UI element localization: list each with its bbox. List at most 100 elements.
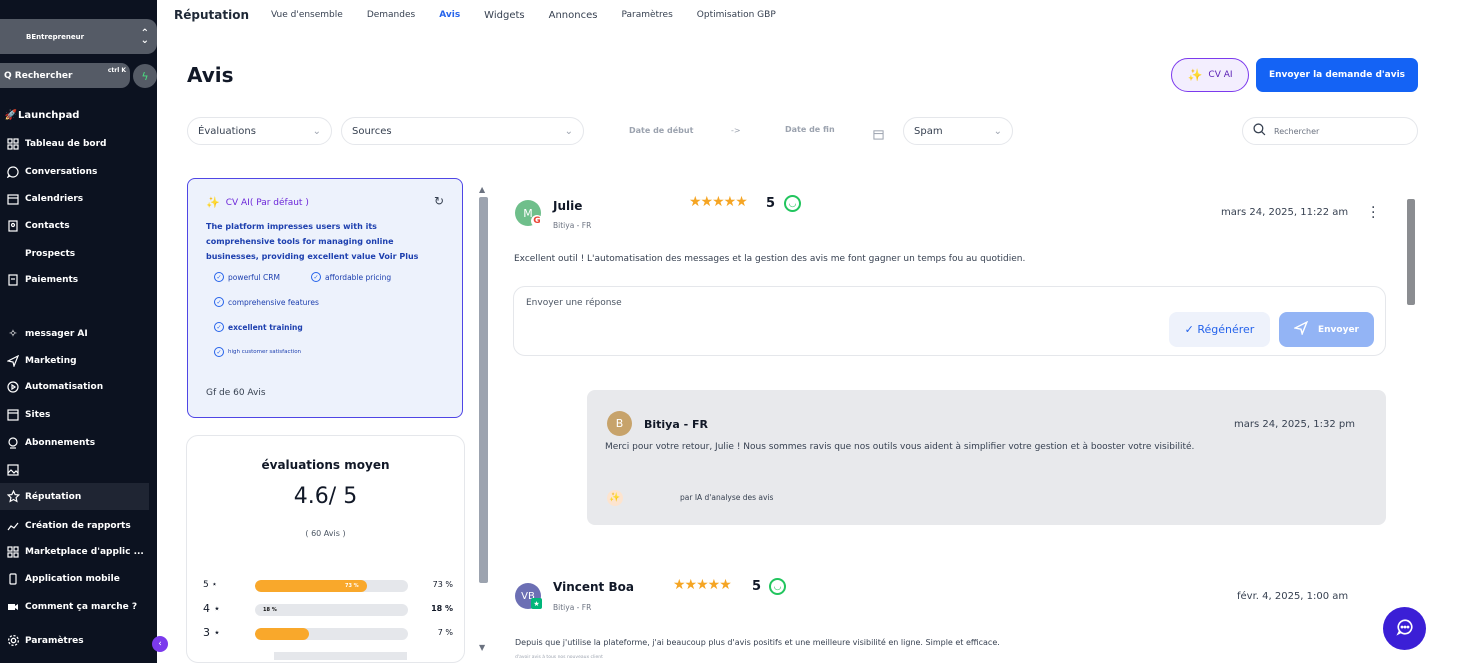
sidebar-search[interactable]: Q Rechercher ctrl K <box>0 63 130 88</box>
tab-reviews[interactable]: Avis <box>439 10 460 20</box>
send-reply-button[interactable]: Envoyer <box>1279 312 1374 347</box>
sidebar-item-automation[interactable]: Automatisation <box>0 373 149 400</box>
tab-settings[interactable]: Paramètres <box>621 10 672 20</box>
date-end-input[interactable]: Date de fin <box>785 125 835 134</box>
reply-input[interactable]: Envoyer une réponse ✓ Régénérer Envoyer <box>513 286 1386 356</box>
search-shortcut: ctrl K <box>107 67 126 74</box>
refresh-icon[interactable]: ↻ <box>434 194 444 208</box>
average-rating-title: évaluations moyen <box>261 458 390 472</box>
sidebar-item-how-it-works[interactable]: Comment ça marche ? <box>0 593 149 620</box>
ai-summary-text[interactable]: The platform impresses users with its co… <box>206 219 426 264</box>
sidebar-item-prospects[interactable]: Prospects <box>0 240 149 267</box>
ai-sparkle-icon: ✨ <box>607 490 623 506</box>
regenerate-button[interactable]: ✓ Régénérer <box>1169 312 1270 347</box>
chevron-down-icon: ⌄ <box>312 125 321 137</box>
search-reviews-input[interactable]: Rechercher <box>1242 117 1418 145</box>
sidebar-item-marketing[interactable]: Marketing <box>0 347 149 374</box>
review-subtext: d'avoir avis à tous nos nouveaux client <box>515 655 603 660</box>
ai-tag: ✓ affordable pricing <box>311 272 391 282</box>
collapse-sidebar-button[interactable]: ‹ <box>152 636 168 652</box>
date-start-input[interactable]: Date de début <box>629 126 693 135</box>
ai-tag: ✓ high customer satisfaction <box>214 347 301 357</box>
right-scrollbar-thumb[interactable] <box>1407 199 1415 305</box>
check-circle-icon: ✓ <box>214 297 224 307</box>
scrollbar-thumb[interactable] <box>479 197 488 583</box>
ai-summary-count: Gf de 60 Avis <box>206 388 266 398</box>
scroll-down-arrow[interactable]: ▼ <box>479 643 485 652</box>
sidebar-item-reporting[interactable]: Création de rapports <box>0 512 149 539</box>
date-arrow: -> <box>731 126 741 135</box>
sidebar-item-calendars[interactable]: Calendriers <box>0 185 149 212</box>
tab-gbp-optimization[interactable]: Optimisation GBP <box>697 10 776 20</box>
review-text: Excellent outil ! L'automatisation des m… <box>514 254 1026 264</box>
rating-distribution-row: 3 ⋆ 7 % <box>203 626 453 640</box>
rating-distribution-row: 5 ⋆ 73 % 73 % <box>203 580 453 592</box>
star-rating: ★★★★★ <box>689 194 748 210</box>
sidebar-item-memberships[interactable]: Abonnements <box>0 429 149 456</box>
send-review-request-button[interactable]: Envoyer la demande d'avis <box>1256 58 1418 92</box>
chat-widget-button[interactable] <box>1383 607 1426 650</box>
smile-icon: ◡ <box>769 578 786 595</box>
spam-select[interactable]: Spam ⌄ <box>903 117 1013 145</box>
sidebar-item-settings[interactable]: Paramètres <box>0 627 149 654</box>
google-icon: G <box>531 215 543 227</box>
calendar-icon[interactable] <box>873 125 884 144</box>
payment-icon <box>6 273 20 287</box>
section-title: Réputation <box>174 8 249 22</box>
more-options-icon[interactable]: · · · <box>1371 201 1375 225</box>
bolt-icon[interactable]: ϟ <box>133 64 157 88</box>
review-date: mars 24, 2025, 11:22 am <box>1221 207 1349 218</box>
evaluations-select[interactable]: Évaluations ⌄ <box>187 117 332 145</box>
account-name: BEntrepreneur <box>26 32 85 41</box>
tab-widgets[interactable]: Widgets <box>484 10 524 21</box>
review-text: Depuis que j'utilise la plateforme, j'ai… <box>515 638 1000 647</box>
sidebar-item-messager-ai[interactable]: ✧ messager AI <box>0 320 149 347</box>
rating-bar-track: 73 % <box>255 580 408 592</box>
rating-bar-track: 18 % <box>255 604 408 616</box>
reviewer-name: Julie <box>553 199 583 213</box>
ai-summary-header: ✨ CV AI( Par défaut ) <box>206 196 309 209</box>
avatar: B <box>607 411 632 436</box>
average-rating-value: 4.6/ 5 <box>293 484 358 509</box>
sidebar-item-mobile-app[interactable]: Application mobile <box>0 565 149 592</box>
rating-distribution-row: 4 ⋆ 18 % 18 % <box>203 602 453 616</box>
sidebar-item-contacts[interactable]: Contacts <box>0 212 149 239</box>
search-icon <box>1253 123 1266 139</box>
tab-overview[interactable]: Vue d'ensemble <box>271 10 343 20</box>
review-date: févr. 4, 2025, 1:00 am <box>1237 591 1349 602</box>
check-circle-icon: ✓ <box>214 322 224 332</box>
chat-bubble-icon <box>1395 618 1414 640</box>
membership-icon <box>6 436 20 450</box>
tab-listings[interactable]: Annonces <box>549 10 598 21</box>
left-scrollbar[interactable]: ▲ ▼ <box>479 185 488 655</box>
sidebar-item-sites[interactable]: Sites <box>0 401 149 428</box>
sidebar-item-marketplace[interactable]: Marketplace d'applic ... <box>0 538 149 565</box>
response-date: mars 24, 2025, 1:32 pm <box>1234 419 1355 430</box>
chevron-updown-icon: ⌃ ⌄ <box>140 27 149 46</box>
calendar-icon <box>6 192 20 206</box>
rating-bar-fill: 73 % <box>255 580 367 592</box>
scroll-up-arrow[interactable]: ▲ <box>479 185 485 194</box>
sidebar-item-media[interactable] <box>0 456 149 483</box>
account-switcher[interactable]: BEntrepreneur ⌃ ⌄ <box>0 19 157 54</box>
average-rating-count: ( 60 Avis ) <box>305 529 346 538</box>
chevron-down-icon: ⌄ <box>564 125 573 137</box>
star-rating: ★★★★★ <box>673 577 732 593</box>
rating-bar-fill: 18 % <box>263 607 277 613</box>
gear-icon <box>6 634 20 648</box>
sidebar: BEntrepreneur ⌃ ⌄ Q Rechercher ctrl K ϟ 🚀… <box>0 0 157 663</box>
contacts-icon <box>6 219 20 233</box>
sidebar-item-payments[interactable]: Paiements <box>0 266 149 293</box>
cv-ai-button[interactable]: ✨ CV AI <box>1171 58 1249 92</box>
sidebar-item-reputation[interactable]: Réputation <box>0 483 149 510</box>
sidebar-item-launchpad[interactable]: 🚀 Launchpad <box>0 102 149 129</box>
ai-tag: ✓ excellent training <box>214 322 303 332</box>
response-text: Merci pour votre retour, Julie ! Nous so… <box>605 442 1195 452</box>
rating-bar-fill <box>255 628 309 640</box>
sources-select[interactable]: Sources ⌄ <box>341 117 584 145</box>
review-score: 5 <box>766 196 776 211</box>
sidebar-item-dashboard[interactable]: Tableau de bord <box>0 130 149 157</box>
rating-bar-track <box>274 652 407 660</box>
sidebar-item-conversations[interactable]: Conversations <box>0 158 149 185</box>
tab-requests[interactable]: Demandes <box>367 10 415 20</box>
